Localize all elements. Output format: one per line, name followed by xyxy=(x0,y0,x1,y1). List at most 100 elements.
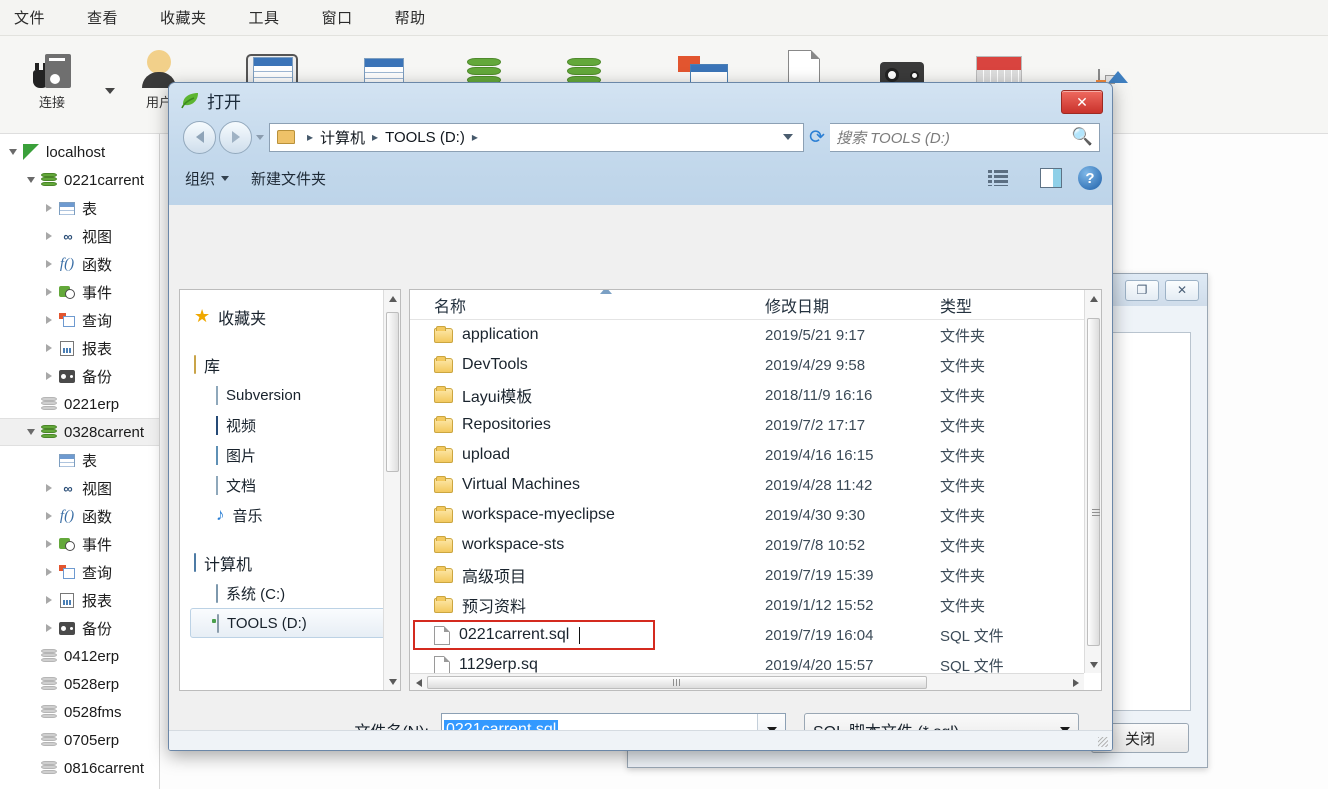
tree-twisty[interactable] xyxy=(42,344,56,352)
tree-twisty[interactable] xyxy=(42,484,56,492)
tree-node[interactable]: localhost xyxy=(0,138,159,166)
tree-node[interactable]: 0816erp xyxy=(0,782,159,789)
file-row[interactable]: Repositories 2019/7/2 17:17 文件夹 xyxy=(410,410,1101,440)
open-file-dialog[interactable]: 打开 ✕ ▸ 计算机 ▸ TOOLS (D:) ▸ ⟳ 搜索 TOOLS (D:… xyxy=(168,82,1113,751)
scroll-up-icon[interactable] xyxy=(384,290,400,307)
address-chevron-down-icon[interactable] xyxy=(783,134,793,140)
tree-twisty[interactable] xyxy=(42,596,56,604)
file-row[interactable]: upload 2019/4/16 16:15 文件夹 xyxy=(410,440,1101,470)
nav-pane-item[interactable]: ♪ 音乐 xyxy=(190,500,400,530)
dialog-close-button[interactable]: ✕ xyxy=(1061,90,1103,114)
tree-node[interactable]: 报表 xyxy=(0,586,159,614)
file-row[interactable]: 高级项目 2019/7/19 15:39 文件夹 xyxy=(410,560,1101,590)
navigation-pane[interactable]: ★ 收藏夹库 Subversion 视频 图片 文档 ♪ 音乐 计算机 系统 (C:) TOOLS … xyxy=(179,289,401,691)
tree-node[interactable]: f() 函数 xyxy=(0,502,159,530)
file-row[interactable]: DevTools 2019/4/29 9:58 文件夹 xyxy=(410,350,1101,380)
tree-node[interactable]: 备份 xyxy=(0,362,159,390)
tree-node[interactable]: 0221carrent xyxy=(0,166,159,194)
menu-item-file[interactable]: 文件 xyxy=(14,7,45,28)
tree-node[interactable]: 0328carrent xyxy=(0,418,159,446)
file-row[interactable]: workspace-sts 2019/7/8 10:52 文件夹 xyxy=(410,530,1101,560)
tree-twisty[interactable] xyxy=(42,204,56,212)
dialog-navigation-row[interactable]: ▸ 计算机 ▸ TOOLS (D:) ▸ ⟳ 搜索 TOOLS (D:) 🔍 xyxy=(169,117,1112,157)
history-chevron-icon[interactable] xyxy=(256,134,264,140)
tree-twisty[interactable] xyxy=(42,512,56,520)
scroll-thumb[interactable] xyxy=(386,312,399,472)
close-icon[interactable]: ✕ xyxy=(1165,279,1199,301)
tree-twisty[interactable] xyxy=(42,316,56,324)
tree-twisty[interactable] xyxy=(42,624,56,632)
scroll-down-icon[interactable] xyxy=(384,673,400,690)
file-list-pane[interactable]: 名称 修改日期 类型 application 2019/5/21 9:17 文件夹 D… xyxy=(409,289,1102,691)
tree-node[interactable]: 查询 xyxy=(0,306,159,334)
tree-node[interactable]: 0221erp xyxy=(0,390,159,418)
tree-node[interactable]: 0816carrent xyxy=(0,754,159,782)
tree-twisty[interactable] xyxy=(42,288,56,296)
nav-pane-item[interactable]: 文档 xyxy=(190,470,400,500)
tree-twisty[interactable] xyxy=(24,429,38,435)
nav-pane-item[interactable]: ★ 收藏夹 xyxy=(190,302,400,332)
tree-twisty[interactable] xyxy=(42,232,56,240)
refresh-icon[interactable]: ⟳ xyxy=(804,123,830,152)
tree-node[interactable]: 报表 xyxy=(0,334,159,362)
chevron-down-icon[interactable] xyxy=(105,88,115,94)
scroll-thumb[interactable] xyxy=(1087,318,1100,646)
scroll-thumb-horizontal[interactable] xyxy=(427,676,927,689)
file-row[interactable]: workspace-myeclipse 2019/4/30 9:30 文件夹 xyxy=(410,500,1101,530)
tree-twisty[interactable] xyxy=(42,540,56,548)
menu-item-window[interactable]: 窗口 xyxy=(322,7,353,28)
tree-twisty[interactable] xyxy=(42,568,56,576)
tree-node[interactable]: ∞ 视图 xyxy=(0,222,159,250)
breadcrumb-tools-drive[interactable]: TOOLS (D:) xyxy=(385,129,465,146)
scroll-down-icon[interactable] xyxy=(1085,656,1101,673)
file-row[interactable]: 预习资料 2019/1/12 15:52 文件夹 xyxy=(410,590,1101,620)
dialog-command-bar[interactable]: 组织 新建文件夹 ? xyxy=(169,157,1112,199)
file-list[interactable]: application 2019/5/21 9:17 文件夹 DevTools 2019… xyxy=(410,320,1101,680)
menu-item-help[interactable]: 帮助 xyxy=(395,7,426,28)
breadcrumb-computer[interactable]: 计算机 xyxy=(320,127,365,148)
app-menubar[interactable]: 文件 查看 收藏夹 工具 窗口 帮助 xyxy=(0,0,1328,36)
file-row[interactable]: 0221carrent.sql 2019/7/19 16:04 SQL 文件 xyxy=(410,620,1101,650)
nav-pane-item[interactable]: 视频 xyxy=(190,410,400,440)
menu-item-tools[interactable]: 工具 xyxy=(249,7,280,28)
column-header-date[interactable]: 修改日期 xyxy=(765,293,940,317)
file-list-vscrollbar[interactable] xyxy=(1084,290,1101,673)
tree-node[interactable]: 事件 xyxy=(0,278,159,306)
scroll-left-icon[interactable] xyxy=(410,674,427,690)
tree-node[interactable]: 0528fms xyxy=(0,698,159,726)
scroll-right-icon[interactable] xyxy=(1067,674,1084,690)
tree-node[interactable]: 查询 xyxy=(0,558,159,586)
file-list-header[interactable]: 名称 修改日期 类型 xyxy=(410,290,1101,320)
column-header-type[interactable]: 类型 xyxy=(940,293,1060,317)
file-list-hscrollbar[interactable] xyxy=(410,673,1084,690)
minimize-icon[interactable]: ❐ xyxy=(1125,279,1159,301)
menu-item-view[interactable]: 查看 xyxy=(87,7,118,28)
tree-node[interactable]: 表 xyxy=(0,446,159,474)
tree-node[interactable]: ∞ 视图 xyxy=(0,474,159,502)
nav-pane-item[interactable]: Subversion xyxy=(190,380,400,410)
tree-node[interactable]: 0412erp xyxy=(0,642,159,670)
scroll-up-icon[interactable] xyxy=(1085,290,1101,307)
back-button[interactable] xyxy=(183,120,216,154)
tree-node[interactable]: 0528erp xyxy=(0,670,159,698)
nav-pane-item[interactable]: TOOLS (D:) xyxy=(190,608,394,638)
toolbar-button-connection[interactable]: 连接 xyxy=(8,42,96,111)
nav-pane-item[interactable]: 库 xyxy=(190,350,400,380)
tree-twisty[interactable] xyxy=(42,260,56,268)
tree-node[interactable]: 表 xyxy=(0,194,159,222)
tree-node[interactable]: 备份 xyxy=(0,614,159,642)
dialog-titlebar[interactable]: 打开 xyxy=(169,83,1112,117)
tree-twisty[interactable] xyxy=(24,177,38,183)
file-row[interactable]: Layui模板 2018/11/9 16:16 文件夹 xyxy=(410,380,1101,410)
forward-button[interactable] xyxy=(219,120,252,154)
search-box[interactable]: 搜索 TOOLS (D:) 🔍 xyxy=(830,122,1100,152)
file-row[interactable]: application 2019/5/21 9:17 文件夹 xyxy=(410,320,1101,350)
tree-twisty[interactable] xyxy=(6,149,20,155)
nav-pane-item[interactable]: 图片 xyxy=(190,440,400,470)
preview-pane-icon[interactable] xyxy=(1040,168,1062,188)
new-folder-button[interactable]: 新建文件夹 xyxy=(251,168,326,189)
view-mode-icon[interactable] xyxy=(988,170,1008,186)
tree-node[interactable]: 事件 xyxy=(0,530,159,558)
tree-node[interactable]: 0705erp xyxy=(0,726,159,754)
nav-pane-item[interactable]: 计算机 xyxy=(190,548,400,578)
